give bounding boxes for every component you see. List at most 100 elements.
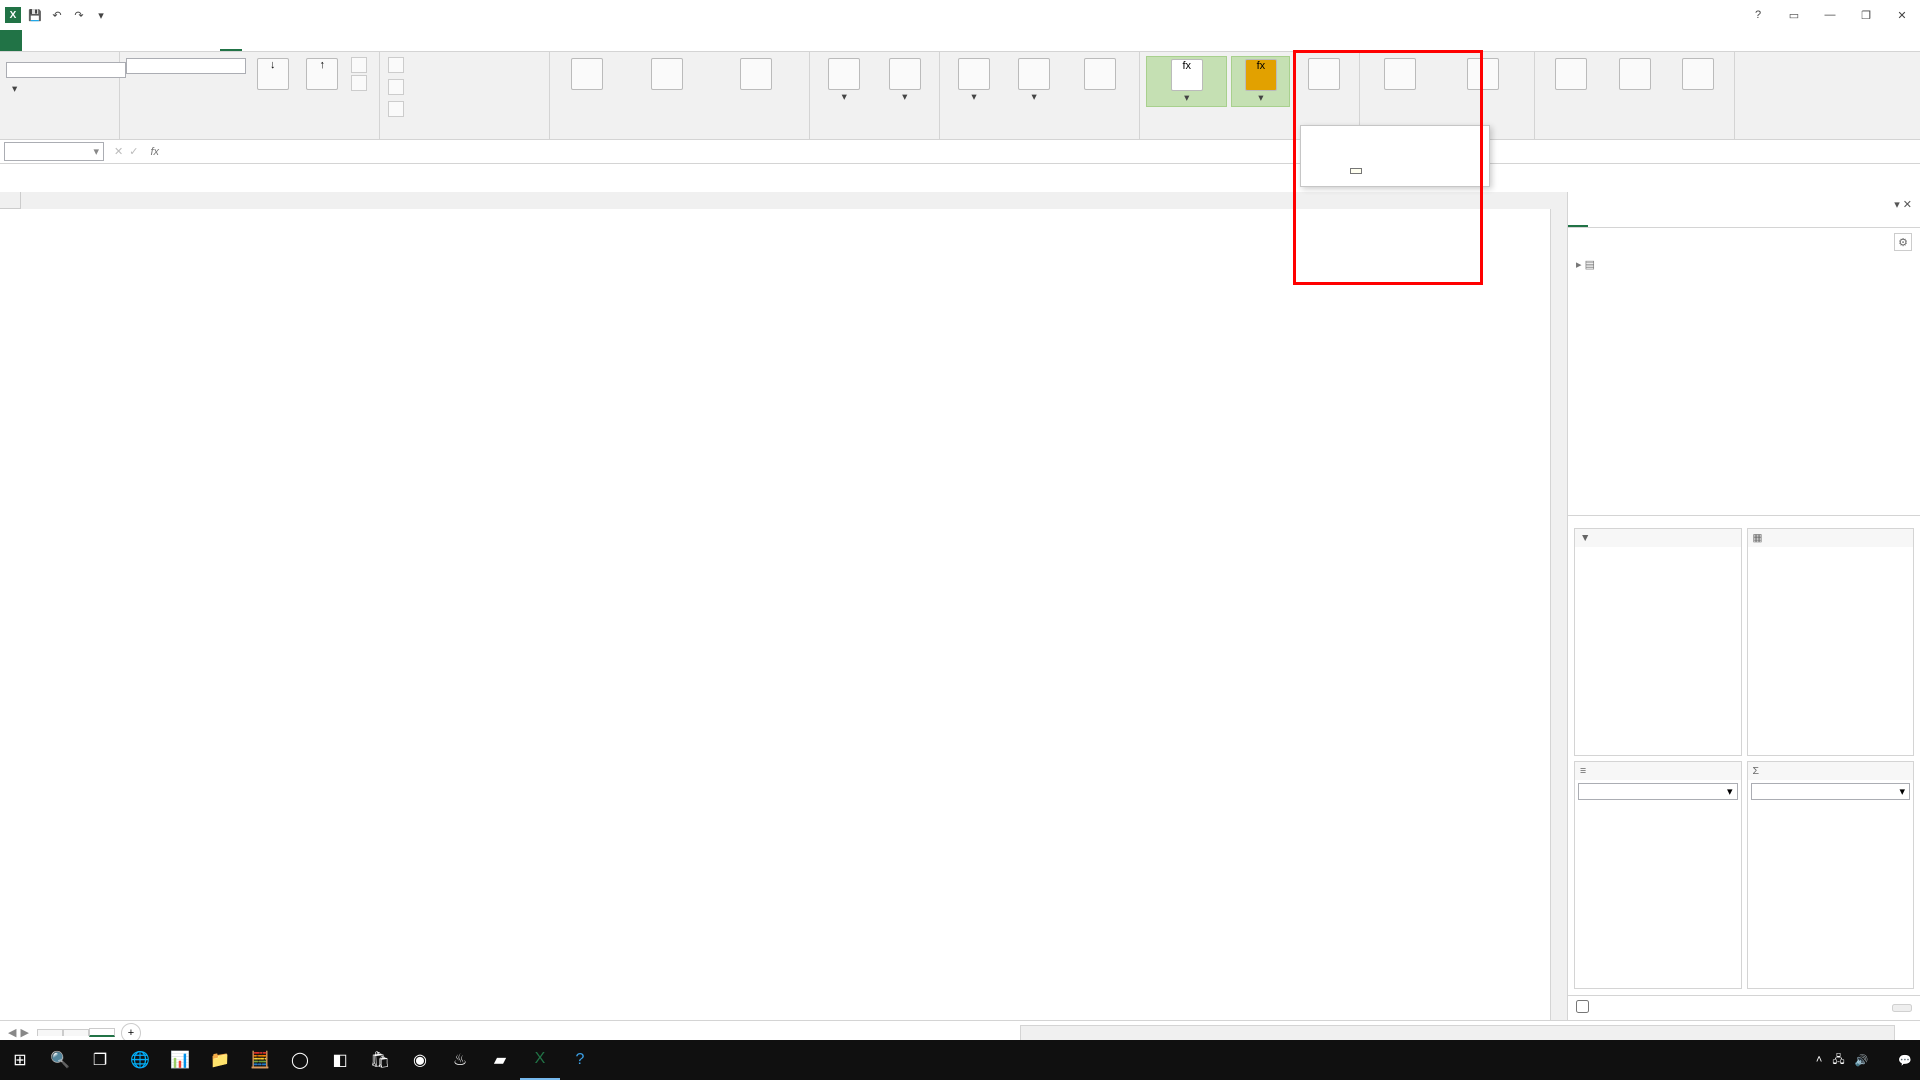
tab-file[interactable]	[0, 30, 22, 51]
excel-taskbar-icon[interactable]: X	[520, 1040, 560, 1080]
qat-dropdown-icon[interactable]: ▾	[93, 7, 109, 23]
tab-design[interactable]	[242, 30, 264, 51]
accept-formula-icon[interactable]: ✓	[129, 145, 138, 158]
buttons-button[interactable]	[1605, 56, 1665, 94]
redo-icon[interactable]: ↷	[71, 7, 87, 23]
vertical-scrollbar[interactable]	[1550, 209, 1567, 1020]
fieldpane-tab-all[interactable]	[1588, 217, 1608, 227]
start-button[interactable]: ⊞	[0, 1040, 40, 1080]
tab-home[interactable]	[22, 30, 44, 51]
timeline-button[interactable]	[622, 56, 712, 94]
tab-review[interactable]	[132, 30, 154, 51]
horizontal-scrollbar[interactable]	[1020, 1025, 1895, 1041]
group-data	[816, 135, 933, 137]
sheet-tab-3[interactable]	[89, 1028, 115, 1037]
undo-icon[interactable]: ↶	[49, 7, 65, 23]
app-icon-1[interactable]: 🌐	[120, 1040, 160, 1080]
ribbon-options-icon[interactable]: ▭	[1780, 5, 1808, 25]
pivot-name-input[interactable]	[6, 62, 126, 78]
clear-button[interactable]: ▾	[946, 56, 1002, 105]
recommend-icon	[1467, 58, 1499, 90]
sheet-tab-2[interactable]	[63, 1029, 89, 1036]
pivotchart-button[interactable]	[1366, 56, 1434, 94]
fieldlist-icon	[1555, 58, 1587, 90]
close-icon[interactable]: ✕	[1888, 5, 1916, 25]
store-icon[interactable]: 🛍	[360, 1040, 400, 1080]
excel-logo-icon: X	[5, 7, 21, 23]
group-selection-button[interactable]	[386, 56, 410, 74]
sheet-nav-prev-icon[interactable]: ◀	[8, 1026, 16, 1039]
name-box[interactable]: ▾	[4, 142, 104, 161]
collapse-button[interactable]	[349, 74, 373, 92]
tab-view[interactable]	[154, 30, 176, 51]
select-all-corner[interactable]	[0, 192, 21, 209]
tab-powerpivot[interactable]	[198, 30, 220, 51]
fieldlist-button[interactable]	[1541, 56, 1601, 94]
headers-button[interactable]	[1668, 56, 1728, 94]
update-button[interactable]	[1892, 1004, 1912, 1012]
tray-notifications-icon[interactable]: 💬	[1898, 1054, 1912, 1067]
menu-rowset[interactable]	[1303, 160, 1487, 168]
defer-checkbox[interactable]	[1576, 1000, 1589, 1016]
group-field-button[interactable]	[386, 100, 410, 118]
help-icon[interactable]: ?	[1744, 5, 1772, 25]
drillup-button[interactable]: ↑	[300, 56, 346, 94]
save-icon[interactable]: 💾	[27, 7, 43, 23]
tab-developer[interactable]	[176, 30, 198, 51]
search-icon[interactable]: 🔍	[40, 1040, 80, 1080]
app-icon-4[interactable]: ◉	[400, 1040, 440, 1080]
app-icon-3[interactable]: ◧	[320, 1040, 360, 1080]
fields-items-sets-button[interactable]: fx▾	[1146, 56, 1227, 107]
refresh-button[interactable]: ▾	[816, 56, 873, 105]
ungroup-button[interactable]	[386, 78, 410, 96]
drilldown-button[interactable]: ↓	[250, 56, 296, 94]
taskview-icon[interactable]: ❐	[80, 1040, 120, 1080]
cancel-formula-icon[interactable]: ✕	[114, 145, 123, 158]
filter-connections-button[interactable]	[716, 56, 796, 94]
app-icon-5[interactable]: ♨	[440, 1040, 480, 1080]
select-button[interactable]: ▾	[1006, 56, 1062, 105]
value-field-item[interactable]: ▾	[1751, 783, 1911, 800]
move-button[interactable]	[1066, 56, 1133, 94]
calc-icon[interactable]: 🧮	[240, 1040, 280, 1080]
menu-list-formulas[interactable]	[1303, 152, 1487, 160]
tab-formulas[interactable]	[88, 30, 110, 51]
tab-analyze[interactable]	[220, 30, 242, 51]
formula-input[interactable]	[165, 150, 1920, 154]
expand-button[interactable]	[349, 56, 373, 74]
fx-icon[interactable]: fx	[144, 146, 165, 158]
menu-manage-sets[interactable]	[1303, 176, 1487, 184]
help-taskbar-icon[interactable]: ?	[560, 1040, 600, 1080]
tray-volume-icon[interactable]: 🔊	[1855, 1054, 1869, 1067]
tray-up-icon[interactable]: ˄	[1816, 1054, 1822, 1066]
fieldpane-tab-active[interactable]	[1568, 217, 1588, 227]
app-icon-6[interactable]: ▰	[480, 1040, 520, 1080]
field-table-name[interactable]	[1576, 256, 1912, 273]
sheet-tab-1[interactable]	[37, 1029, 63, 1036]
activefield-input[interactable]	[126, 58, 246, 74]
relations-button[interactable]	[1294, 56, 1353, 94]
area-filters[interactable]: ▼	[1574, 528, 1742, 756]
row-field-item[interactable]: ▾	[1578, 783, 1738, 800]
fieldpane-dropdown-icon[interactable]: ▾	[1894, 199, 1900, 211]
tab-pagelayout[interactable]	[66, 30, 88, 51]
sheet-nav-next-icon[interactable]: ▶	[20, 1026, 28, 1039]
gear-icon[interactable]: ⚙	[1894, 233, 1912, 251]
explorer-icon[interactable]: 📁	[200, 1040, 240, 1080]
app-icon-2[interactable]: 📊	[160, 1040, 200, 1080]
fieldpane-close-icon[interactable]: ✕	[1903, 199, 1912, 211]
spreadsheet-grid[interactable]	[0, 192, 1567, 1020]
slicer-button[interactable]	[556, 56, 618, 94]
maximize-icon[interactable]: ❐	[1852, 5, 1880, 25]
area-rows[interactable]: ≡ ▾	[1574, 761, 1742, 989]
recommended-button[interactable]	[1438, 56, 1528, 94]
area-values[interactable]: Σ ▾	[1747, 761, 1915, 989]
area-columns[interactable]: ▦	[1747, 528, 1915, 756]
minimize-icon[interactable]: —	[1816, 5, 1844, 25]
datasource-button[interactable]: ▾	[877, 56, 934, 105]
tab-insert[interactable]	[44, 30, 66, 51]
olap-tools-button[interactable]: fx▾	[1231, 56, 1290, 107]
tray-network-icon[interactable]: 🖧	[1832, 1051, 1844, 1070]
chrome-icon[interactable]: ◯	[280, 1040, 320, 1080]
tab-data[interactable]	[110, 30, 132, 51]
